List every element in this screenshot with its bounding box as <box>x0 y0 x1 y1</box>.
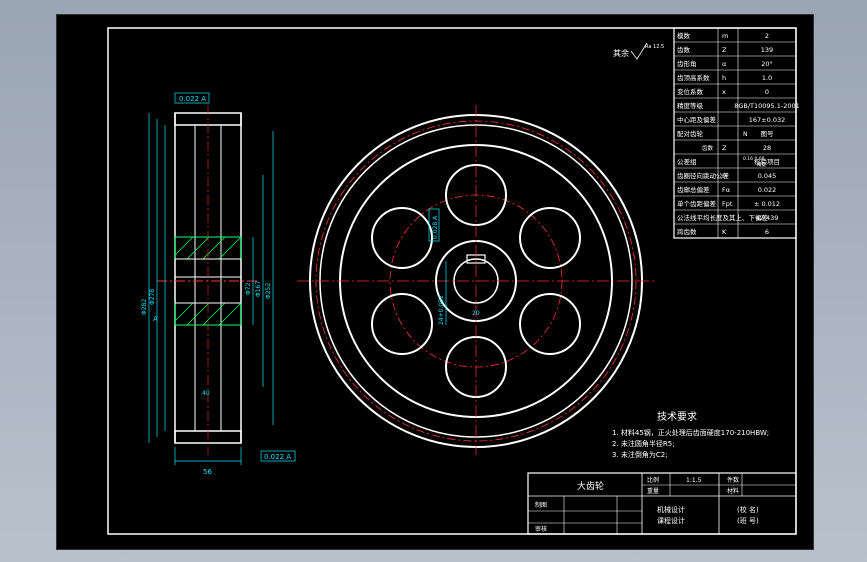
weight-label: 重量 <box>647 487 659 495</box>
tech-req-item: 1. 材料45钢，正火处理后齿面硬度170-210HBW; <box>612 428 769 437</box>
param-value: 167±0.032 <box>749 116 785 124</box>
param-name: 齿数 <box>677 45 691 54</box>
school-name: (校 名) <box>737 505 759 514</box>
param-value: 2 <box>765 32 769 40</box>
dim-root-label: Φ278 <box>149 289 156 305</box>
param-symbol: Fpt <box>722 200 733 208</box>
qty-label: 件数 <box>727 476 739 484</box>
param-symbol: x <box>722 88 726 96</box>
dim-web-label: Φ252 <box>265 283 272 299</box>
draw-label: 制图 <box>535 501 547 509</box>
param-symbol: h <box>722 74 726 82</box>
param-value: 6 <box>765 228 769 236</box>
param-value: 0 <box>765 88 769 96</box>
param-name: 齿廓总偏差 <box>677 185 710 194</box>
course-name: 机械设计 <box>657 505 685 514</box>
dim-hub-label: Φ167 <box>255 281 262 297</box>
param-value: 42.439 <box>756 214 779 222</box>
tech-req-item: 2. 未注圆角半径R5; <box>612 439 675 448</box>
param-name: 精度等级 <box>677 101 704 110</box>
runout-top-label: 0.022 A <box>179 95 206 103</box>
datum-a-label: A <box>153 315 158 323</box>
dim-bore-label: Φ72 <box>245 282 252 295</box>
bore-note-label: 24+0.052 <box>438 295 445 325</box>
param-value: 1.0 <box>762 74 772 82</box>
param-name: 齿顶高系数 <box>677 73 710 82</box>
tech-req-item: 3. 未注倒角为C2; <box>612 450 668 459</box>
tolerance-sub: 0.16 0.08 <box>743 156 765 162</box>
param-name: 单个齿距偏差 <box>677 199 717 208</box>
param-name: 变位系数 <box>677 87 704 96</box>
param-name: 齿形角 <box>677 59 697 68</box>
roughness-value: Ra 12.5 <box>645 44 664 50</box>
runout-bottom-label: 0.022 A <box>264 453 291 461</box>
param-name: 跨齿数 <box>677 227 697 236</box>
param-value: 0.022 <box>758 186 777 194</box>
keyway-dim-label: 20 <box>472 310 480 317</box>
lightening-hole <box>371 293 433 355</box>
param-value: 0.045 <box>758 172 777 180</box>
dim-extra-label: 40 <box>202 390 210 397</box>
param-symbol: α <box>722 60 726 68</box>
lightening-hole <box>519 293 581 355</box>
pair-teeth-label: 齿数 <box>702 144 714 152</box>
lightening-hole <box>519 207 581 269</box>
part-name: 大齿轮 <box>577 480 604 492</box>
pair-no-value: N <box>743 131 748 138</box>
front-view: 0.028 A 24+0.052 20 <box>297 105 657 455</box>
param-value: 8GB/T10095.1-2001 <box>734 102 800 110</box>
title-block: 大齿轮 比例 1:1.5 件数 重量 材料 制图 审核 机械设计 课程设计 (校… <box>527 472 797 535</box>
drawing-canvas: 0.022 A 0.022 A 56 A Φ282 Φ278 Φ72 Φ167 … <box>107 27 800 535</box>
param-value: ± 0.012 <box>754 200 780 208</box>
scale-label: 比例 <box>647 476 659 484</box>
cad-viewport[interactable]: 0.022 A 0.022 A 56 A Φ282 Φ278 Φ72 Φ167 … <box>56 14 814 550</box>
roughness-note: 其余 <box>613 48 629 58</box>
param-symbol: Fα <box>722 186 730 194</box>
param-value: 图号 <box>761 130 775 138</box>
param-name: 配对齿轮 <box>677 129 704 138</box>
param-value: 20° <box>761 60 773 68</box>
gear-parameter-table: 模数 m 2 齿数 Z 139 齿形角 α 20° 齿顶高系数 h 1.0 变位系数 x 0 精度等级 8GB/… <box>673 27 800 239</box>
dim-width-label: 56 <box>203 468 212 476</box>
check-item-sub: 精度 <box>757 161 766 168</box>
course-name-2: 课程设计 <box>657 516 685 525</box>
param-name: 公差组 <box>677 157 697 166</box>
param-value: 28 <box>763 144 771 152</box>
param-symbol: Fr <box>722 172 728 180</box>
technical-requirements: 技术要求 1. 材料45钢，正火处理后齿面硬度170-210HBW; 2. 未注… <box>612 410 769 459</box>
material-label: 材料 <box>727 487 739 495</box>
class-no: (班 号) <box>737 516 759 525</box>
param-symbol: K <box>722 228 727 236</box>
sym-tol-label: 0.028 A <box>432 215 439 239</box>
dim-outer-label: Φ282 <box>141 299 148 315</box>
param-symbol: m <box>722 32 728 40</box>
param-name: 模数 <box>677 31 691 40</box>
param-value: 139 <box>761 46 773 54</box>
scale-value: 1:1.5 <box>686 477 702 484</box>
param-name: 中心距及偏差 <box>677 115 717 124</box>
param-symbol: Z <box>722 144 727 152</box>
check-label: 审核 <box>535 525 547 533</box>
param-symbol: Z <box>722 46 727 54</box>
section-view: 0.022 A 0.022 A 56 A Φ282 Φ278 Φ72 Φ167 … <box>141 92 296 476</box>
lightening-hole <box>371 207 433 269</box>
tech-req-title: 技术要求 <box>657 410 697 423</box>
